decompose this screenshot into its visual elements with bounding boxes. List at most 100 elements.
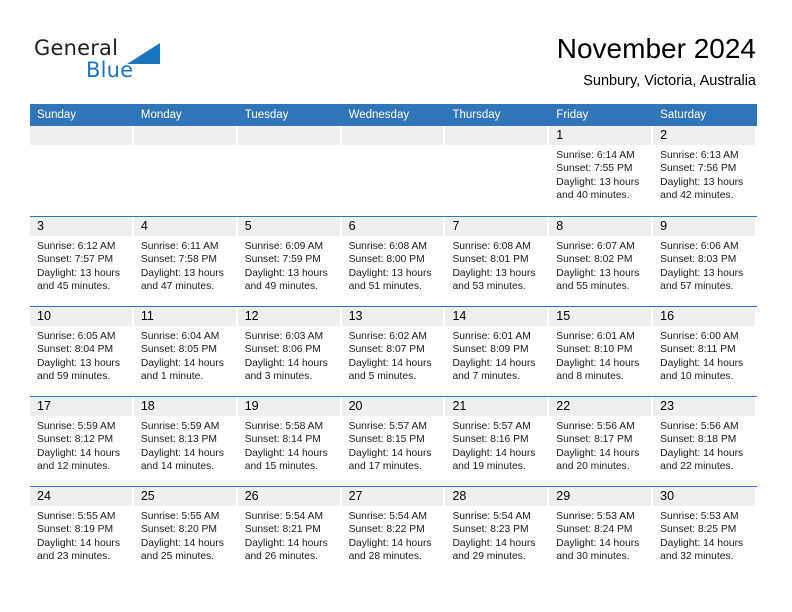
- daylight-text-line1: Daylight: 14 hours: [244, 447, 328, 459]
- day-number-band: 24: [30, 487, 132, 506]
- daylight-text-line1: Daylight: 14 hours: [37, 537, 120, 549]
- day-details: Sunrise: 6:06 AM Sunset: 8:03 PM Daylight:…: [653, 236, 757, 294]
- calendar-day-cell[interactable]: 16 Sunrise: 6:00 AM Sunset: 8:11 PM Dayligh…: [653, 307, 757, 396]
- calendar-empty-cell: [341, 126, 446, 216]
- sunrise-text: Sunrise: 5:57 AM: [452, 421, 531, 432]
- brand-logo[interactable]: General Blue: [34, 36, 174, 88]
- calendar-empty-cell: [237, 126, 342, 216]
- calendar-day-cell[interactable]: 1 Sunrise: 6:14 AM Sunset: 7:55 PM Daylight…: [549, 126, 653, 216]
- day-number: 23: [660, 399, 675, 413]
- calendar-day-cell[interactable]: 22 Sunrise: 5:56 AM Sunset: 8:17 PM Dayligh…: [549, 397, 653, 486]
- sunset-text: Sunset: 7:59 PM: [244, 254, 321, 266]
- daylight-text-line1: Daylight: 14 hours: [660, 537, 744, 549]
- calendar-day-cell[interactable]: 27 Sunrise: 5:54 AM Sunset: 8:22 PM Dayligh…: [341, 487, 446, 576]
- day-number-band: 6: [341, 217, 444, 236]
- calendar-day-cell[interactable]: 21 Sunrise: 5:57 AM Sunset: 8:16 PM Dayligh…: [445, 397, 549, 486]
- calendar-day-cell[interactable]: 28 Sunrise: 5:54 AM Sunset: 8:23 PM Dayligh…: [445, 487, 549, 576]
- sunrise-text: Sunrise: 5:59 AM: [140, 421, 220, 432]
- calendar-day-cell[interactable]: 3 Sunrise: 6:12 AM Sunset: 7:57 PM Daylight…: [30, 217, 134, 306]
- sunrise-text: Sunrise: 5:55 AM: [140, 511, 220, 522]
- sunset-text: Sunset: 8:18 PM: [660, 434, 737, 446]
- day-number-band: 20: [341, 397, 444, 416]
- day-number: 1: [556, 128, 564, 142]
- day-number-band: 3: [30, 217, 132, 236]
- sunrise-text: Sunrise: 5:59 AM: [37, 421, 116, 432]
- calendar-day-cell[interactable]: 12 Sunrise: 6:03 AM Sunset: 8:06 PM Dayligh…: [237, 307, 342, 396]
- sunset-text: Sunset: 7:58 PM: [140, 254, 217, 266]
- daylight-text-line1: Daylight: 14 hours: [140, 357, 224, 369]
- day-number: 29: [556, 489, 571, 503]
- day-number: 13: [348, 309, 363, 323]
- calendar-day-cell[interactable]: 2 Sunrise: 6:13 AM Sunset: 7:56 PM Daylight…: [653, 126, 757, 216]
- calendar-day-cell[interactable]: 30 Sunrise: 5:53 AM Sunset: 8:25 PM Dayligh…: [653, 487, 757, 576]
- calendar-day-cell[interactable]: 7 Sunrise: 6:08 AM Sunset: 8:01 PM Daylight…: [445, 217, 549, 306]
- daylight-text-line2: and 19 minutes.: [452, 461, 526, 473]
- day-number-band: [445, 126, 548, 145]
- day-details: Sunrise: 6:09 AM Sunset: 7:59 PM Daylight:…: [238, 236, 342, 294]
- day-number: 20: [348, 399, 363, 413]
- daylight-text-line2: and 23 minutes.: [37, 551, 111, 563]
- sunset-text: Sunset: 8:04 PM: [37, 344, 114, 356]
- calendar-day-cell[interactable]: 14 Sunrise: 6:01 AM Sunset: 8:09 PM Dayligh…: [445, 307, 549, 396]
- sunset-text: Sunset: 8:02 PM: [556, 254, 633, 266]
- calendar-day-cell[interactable]: 9 Sunrise: 6:06 AM Sunset: 8:03 PM Daylight…: [653, 217, 757, 306]
- day-number: 15: [556, 309, 571, 323]
- sunrise-text: Sunrise: 5:55 AM: [37, 511, 116, 522]
- day-number-band: 11: [133, 307, 236, 326]
- sunset-text: Sunset: 8:24 PM: [556, 524, 633, 536]
- day-details: Sunrise: 6:08 AM Sunset: 8:01 PM Daylight:…: [445, 236, 549, 294]
- calendar-day-cell[interactable]: 25 Sunrise: 5:55 AM Sunset: 8:20 PM Dayligh…: [133, 487, 238, 576]
- daylight-text-line2: and 47 minutes.: [140, 281, 215, 293]
- daylight-text-line2: and 10 minutes.: [660, 371, 734, 383]
- sunrise-text: Sunrise: 5:54 AM: [244, 511, 324, 522]
- calendar-day-cell[interactable]: 23 Sunrise: 5:56 AM Sunset: 8:18 PM Dayligh…: [653, 397, 757, 486]
- day-number: 19: [244, 399, 259, 413]
- sunset-text: Sunset: 8:20 PM: [140, 524, 217, 536]
- calendar-day-cell[interactable]: 10 Sunrise: 6:05 AM Sunset: 8:04 PM Dayligh…: [30, 307, 134, 396]
- calendar-day-cell[interactable]: 15 Sunrise: 6:01 AM Sunset: 8:10 PM Dayligh…: [549, 307, 653, 396]
- sunrise-text: Sunrise: 6:11 AM: [140, 241, 219, 252]
- calendar-day-cell[interactable]: 4 Sunrise: 6:11 AM Sunset: 7:58 PM Daylight…: [133, 217, 238, 306]
- day-number-band: 9: [653, 217, 756, 236]
- day-details: Sunrise: 6:01 AM Sunset: 8:10 PM Daylight:…: [549, 326, 653, 384]
- sunset-text: Sunset: 8:12 PM: [37, 434, 114, 446]
- calendar-day-cell[interactable]: 29 Sunrise: 5:53 AM Sunset: 8:24 PM Dayligh…: [549, 487, 653, 576]
- calendar-day-cell[interactable]: 5 Sunrise: 6:09 AM Sunset: 7:59 PM Daylight…: [237, 217, 342, 306]
- calendar-day-cell[interactable]: 11 Sunrise: 6:04 AM Sunset: 8:05 PM Dayligh…: [133, 307, 238, 396]
- calendar-day-cell[interactable]: 6 Sunrise: 6:08 AM Sunset: 8:00 PM Daylight…: [341, 217, 446, 306]
- daylight-text-line2: and 55 minutes.: [556, 281, 630, 293]
- calendar-day-cell[interactable]: 20 Sunrise: 5:57 AM Sunset: 8:15 PM Dayligh…: [341, 397, 446, 486]
- daylight-text-line1: Daylight: 13 hours: [140, 267, 224, 279]
- daylight-text-line1: Daylight: 13 hours: [660, 176, 744, 188]
- day-number: 11: [140, 309, 154, 323]
- sunset-text: Sunset: 8:11 PM: [660, 344, 736, 356]
- day-number-band: [30, 126, 132, 145]
- daylight-text-line1: Daylight: 14 hours: [244, 537, 328, 549]
- day-details: Sunrise: 6:05 AM Sunset: 8:04 PM Daylight:…: [30, 326, 134, 384]
- calendar-day-cell[interactable]: 26 Sunrise: 5:54 AM Sunset: 8:21 PM Dayligh…: [237, 487, 342, 576]
- daylight-text-line2: and 17 minutes.: [348, 461, 422, 473]
- day-details: Sunrise: 6:12 AM Sunset: 7:57 PM Daylight:…: [30, 236, 134, 294]
- calendar-day-cell[interactable]: 17 Sunrise: 5:59 AM Sunset: 8:12 PM Dayligh…: [30, 397, 134, 486]
- sunrise-text: Sunrise: 6:07 AM: [556, 241, 635, 252]
- daylight-text-line2: and 51 minutes.: [348, 281, 422, 293]
- calendar-day-cell[interactable]: 8 Sunrise: 6:07 AM Sunset: 8:02 PM Daylight…: [549, 217, 653, 306]
- sunrise-text: Sunrise: 6:03 AM: [244, 331, 324, 342]
- daylight-text-line2: and 5 minutes.: [348, 371, 417, 383]
- day-number-band: 15: [549, 307, 652, 326]
- calendar-day-cell[interactable]: 24 Sunrise: 5:55 AM Sunset: 8:19 PM Dayligh…: [30, 487, 134, 576]
- calendar-day-cell[interactable]: 13 Sunrise: 6:02 AM Sunset: 8:07 PM Dayligh…: [341, 307, 446, 396]
- daylight-text-line2: and 22 minutes.: [660, 461, 734, 473]
- day-number: 28: [452, 489, 467, 503]
- calendar-week-row: 17 Sunrise: 5:59 AM Sunset: 8:12 PM Dayligh…: [30, 396, 757, 486]
- sunset-text: Sunset: 8:15 PM: [348, 434, 425, 446]
- day-number-band: 12: [237, 307, 340, 326]
- sunset-text: Sunset: 8:05 PM: [140, 344, 217, 356]
- calendar-day-cell[interactable]: 19 Sunrise: 5:58 AM Sunset: 8:14 PM Dayligh…: [237, 397, 342, 486]
- sunrise-text: Sunrise: 6:13 AM: [660, 150, 739, 161]
- sunset-text: Sunset: 8:14 PM: [244, 434, 321, 446]
- calendar-day-cell[interactable]: 18 Sunrise: 5:59 AM Sunset: 8:13 PM Dayligh…: [133, 397, 238, 486]
- day-details: Sunrise: 5:53 AM Sunset: 8:25 PM Daylight:…: [653, 506, 757, 564]
- day-number-band: [341, 126, 444, 145]
- daylight-text-line2: and 49 minutes.: [244, 281, 318, 293]
